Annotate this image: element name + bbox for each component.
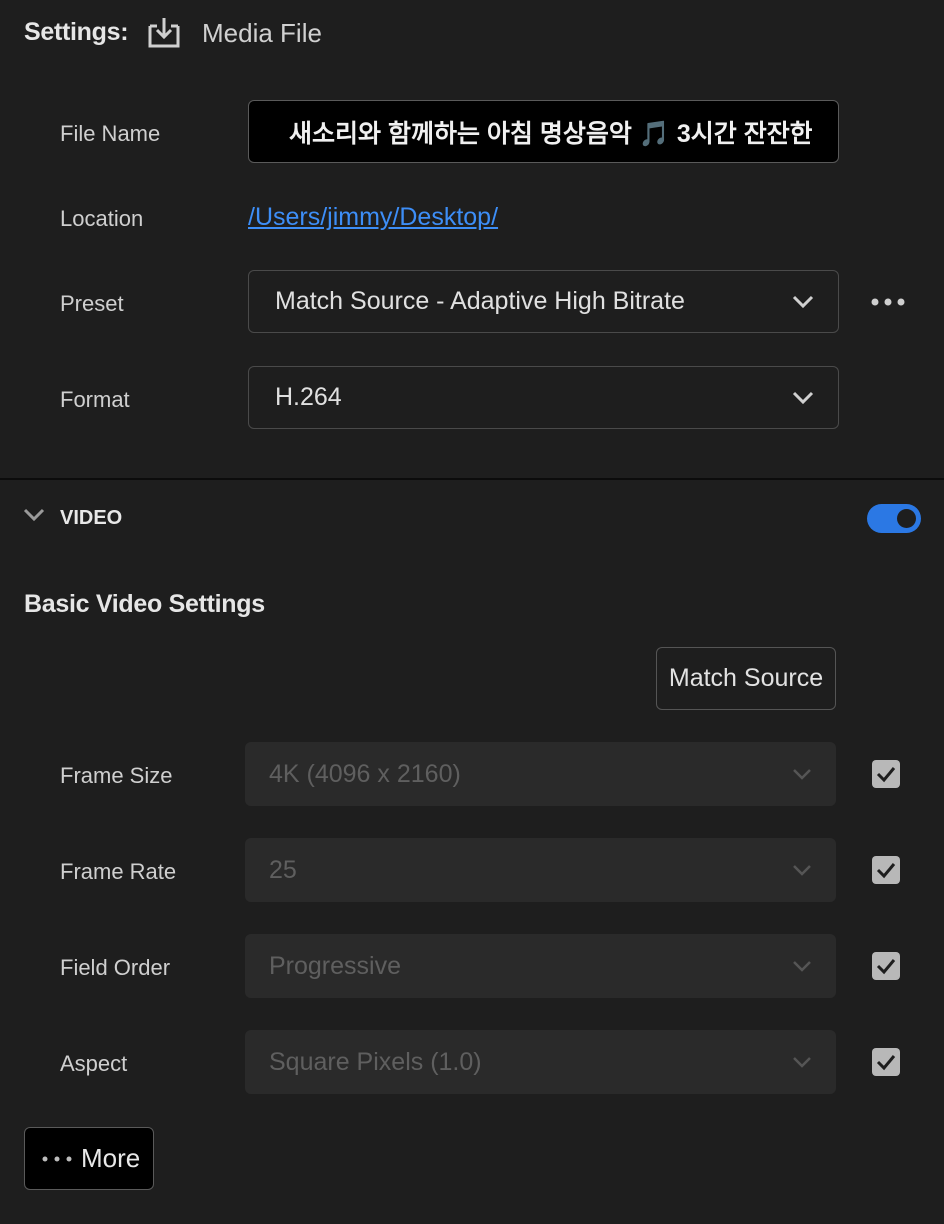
frame-size-match-checkbox[interactable]: [872, 760, 900, 788]
video-toggle[interactable]: [867, 504, 921, 533]
file-name-value: 새소리와 함께하는 아침 명상음악 🎵 3시간 잔잔한 음: [289, 119, 812, 148]
format-dropdown[interactable]: H.264: [248, 366, 839, 429]
field-order-label: Field Order: [60, 955, 171, 980]
chevron-down-icon: [793, 865, 811, 876]
file-name-label: File Name: [60, 121, 161, 146]
chevron-down-icon: [792, 391, 814, 404]
frame-size-dropdown[interactable]: 4K (4096 x 2160): [245, 742, 836, 806]
location-label: Location: [60, 206, 144, 231]
aspect-dropdown[interactable]: Square Pixels (1.0): [245, 1030, 836, 1094]
preset-label: Preset: [60, 291, 124, 316]
frame-size-label: Frame Size: [60, 763, 173, 788]
format-label: Format: [60, 387, 130, 412]
preset-value: Match Source - Adaptive High Bitrate: [275, 287, 685, 315]
checkmark-icon: [876, 863, 896, 879]
chevron-down-icon: [793, 961, 811, 972]
checkmark-icon: [876, 1055, 896, 1071]
section-divider: [0, 478, 944, 480]
preset-dropdown[interactable]: Match Source - Adaptive High Bitrate: [248, 270, 839, 333]
chevron-down-icon[interactable]: [22, 507, 46, 523]
ellipsis-icon: [42, 1156, 72, 1161]
chevron-down-icon: [793, 769, 811, 780]
settings-title: Settings:: [24, 18, 129, 46]
chevron-down-icon: [793, 1057, 811, 1068]
download-into-tray-icon: [148, 18, 180, 48]
format-value: H.264: [275, 383, 342, 411]
aspect-match-checkbox[interactable]: [872, 1048, 900, 1076]
basic-video-settings-title: Basic Video Settings: [24, 590, 265, 618]
more-button-label: More: [81, 1143, 141, 1173]
field-order-value: Progressive: [269, 951, 401, 980]
ellipsis-icon[interactable]: [868, 292, 908, 312]
frame-size-value: 4K (4096 x 2160): [269, 759, 461, 788]
media-file-label: Media File: [202, 18, 322, 48]
field-order-match-checkbox[interactable]: [872, 952, 900, 980]
more-button[interactable]: More: [24, 1127, 154, 1190]
aspect-value: Square Pixels (1.0): [269, 1047, 482, 1076]
video-section-label[interactable]: VIDEO: [60, 507, 122, 530]
frame-rate-value: 25: [269, 855, 297, 884]
chevron-down-icon: [792, 295, 814, 308]
checkmark-icon: [876, 959, 896, 975]
toggle-knob: [897, 509, 916, 528]
aspect-label: Aspect: [60, 1051, 128, 1076]
match-source-button[interactable]: Match Source: [656, 647, 836, 710]
frame-rate-match-checkbox[interactable]: [872, 856, 900, 884]
location-link[interactable]: /Users/jimmy/Desktop/: [248, 203, 498, 232]
frame-rate-dropdown[interactable]: 25: [245, 838, 836, 902]
file-name-input[interactable]: 새소리와 함께하는 아침 명상음악 🎵 3시간 잔잔한 음: [248, 100, 839, 163]
checkmark-icon: [876, 767, 896, 783]
frame-rate-label: Frame Rate: [60, 859, 177, 884]
field-order-dropdown[interactable]: Progressive: [245, 934, 836, 998]
